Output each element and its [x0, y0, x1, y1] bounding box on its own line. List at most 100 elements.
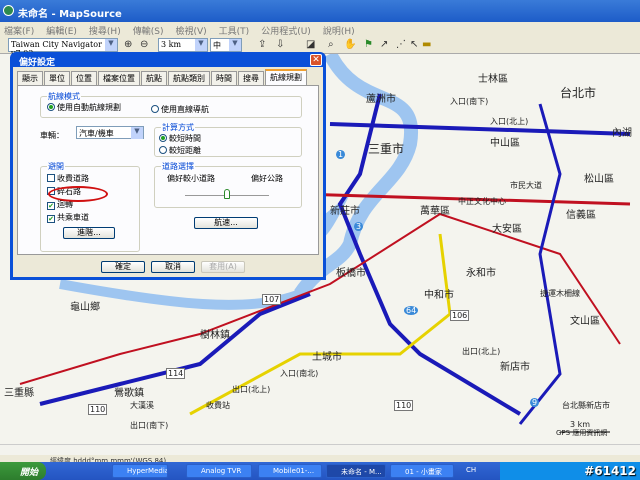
vehicle-value: 汽車/機車: [79, 129, 114, 138]
radio-icon: [159, 146, 167, 154]
zoom-in-icon[interactable]: ⊕: [124, 39, 132, 50]
map-label: 台北市: [560, 86, 597, 100]
radio-auto-routing[interactable]: 使用自動航線規劃: [47, 102, 121, 113]
tab-waypoints[interactable]: 航點: [141, 71, 167, 85]
map-label: 文山區: [570, 316, 600, 327]
zoom-tool-icon[interactable]: ⌕: [328, 39, 334, 50]
select-arrow-icon[interactable]: ↖: [410, 39, 418, 50]
radio-shorter-distance[interactable]: 較短距離: [159, 145, 201, 156]
apply-button[interactable]: 套用(A): [201, 261, 245, 273]
language-indicator[interactable]: CH: [466, 466, 476, 474]
task-paint[interactable]: 01 - 小畫家: [390, 464, 454, 478]
map-label: 台北縣新店市: [562, 401, 610, 410]
road-preference-slider[interactable]: [224, 189, 230, 199]
map-label: 三重市: [368, 142, 405, 156]
advanced-button[interactable]: 進階...: [63, 227, 115, 239]
map-label: 中山區: [490, 138, 520, 149]
map-label: 新店市: [500, 362, 530, 373]
highway: [329, 122, 631, 136]
radio-direct-routing[interactable]: 使用直線導航: [151, 104, 209, 115]
map-label: 龜山鄉: [70, 302, 100, 313]
slider-left-label: 偏好較小道路: [167, 174, 215, 183]
task-label: Mobile01-...: [273, 467, 315, 475]
waypoint-flag-icon[interactable]: ⚑: [364, 39, 373, 50]
measure-icon[interactable]: ▬: [422, 39, 431, 50]
upload-icon[interactable]: ⇪: [258, 39, 266, 50]
road-selection-group: 道路選擇 偏好較小道路 偏好公路: [154, 161, 302, 208]
route-shield: 114: [166, 368, 186, 379]
vehicle-label: 車輛：: [40, 131, 64, 140]
map-label: 新莊市: [330, 206, 360, 217]
tab-file-locations[interactable]: 檔案位置: [98, 71, 140, 85]
map-label: 土城市: [312, 352, 342, 363]
map-label: 樹林鎮: [200, 330, 230, 341]
checkbox-icon: [47, 174, 55, 182]
detail-value: 中: [213, 41, 221, 50]
option-label: 共乘車道: [57, 213, 89, 222]
route-shield: 106: [450, 310, 470, 321]
radio-icon: [151, 105, 159, 113]
task-mapsource[interactable]: 未命名 - M...: [326, 464, 386, 478]
map-tool-icon[interactable]: ◪: [306, 39, 315, 50]
routing-panel: 航線模式 使用自動航線規劃 使用直線導航 車輛： 汽車/機車 ▼ 計算方式 較短時…: [17, 85, 319, 255]
close-icon[interactable]: ✕: [310, 54, 322, 66]
route-shield: 3: [354, 222, 364, 231]
chevron-down-icon: ▼: [105, 39, 117, 51]
avoid-group: 避開 收費道路 碎石路 ✔ 迴轉 ✔ 共乘車道 進階...: [40, 161, 140, 252]
tab-position[interactable]: 位置: [71, 71, 97, 85]
chevron-down-icon: ▼: [131, 127, 143, 139]
start-button[interactable]: 開始: [0, 462, 46, 480]
horizontal-scrollbar[interactable]: [0, 444, 640, 455]
route-shield: 110: [88, 404, 108, 415]
map-label: 大漢溪: [130, 401, 154, 410]
taskbar: 開始 HyperMedia Analog TVR Mobile01-... 未命…: [0, 462, 640, 480]
radio-faster-time[interactable]: 較短時間: [159, 133, 201, 144]
map-label: 入口(南北): [280, 369, 319, 378]
tab-waypoint-categories[interactable]: 航點類別: [168, 71, 210, 85]
radio-icon: [159, 134, 167, 142]
map-label: 士林區: [478, 74, 508, 85]
task-mobile01[interactable]: Mobile01-...: [258, 464, 322, 478]
option-label: 較短時間: [169, 134, 201, 143]
zoom-scale-value: 3 km: [161, 40, 182, 49]
chevron-down-icon: ▼: [195, 39, 207, 51]
zoom-out-icon[interactable]: ⊖: [140, 39, 148, 50]
download-icon[interactable]: ⇩: [276, 39, 284, 50]
detail-select[interactable]: 中 ▼: [210, 38, 242, 52]
tab-units[interactable]: 單位: [44, 71, 70, 85]
task-hypermedia[interactable]: HyperMedia: [112, 464, 168, 478]
zoom-scale-select[interactable]: 3 km ▼: [158, 38, 208, 52]
option-label: 收費道路: [57, 174, 89, 183]
map-label: 大安區: [492, 224, 522, 235]
route-tool-icon[interactable]: ↗: [380, 39, 388, 50]
map-credit: GPS 應用資訊網: [556, 429, 608, 437]
ok-button[interactable]: 確定: [101, 261, 145, 273]
tab-time[interactable]: 時間: [211, 71, 237, 85]
cancel-button[interactable]: 取消: [151, 261, 195, 273]
option-label: 較短距離: [169, 146, 201, 155]
map-label: 出口(北上): [462, 347, 501, 356]
chevron-down-icon: ▼: [229, 39, 241, 51]
map-product-select[interactable]: Taiwan City Navigator v7.03▼: [8, 38, 118, 58]
route-shield: 9: [530, 398, 540, 407]
tab-display[interactable]: 顯示: [17, 71, 43, 85]
speed-button[interactable]: 航速...: [194, 217, 258, 229]
route-shield: 110: [394, 400, 414, 411]
map-label: 蘆洲市: [366, 94, 396, 105]
map-label: 三重縣: [4, 388, 34, 399]
vehicle-select[interactable]: 汽車/機車 ▼: [76, 126, 144, 139]
window-title: 未命名 - MapSource: [18, 9, 122, 20]
watermark: #61412: [584, 464, 636, 478]
group-label: 道路選擇: [161, 161, 195, 172]
highway: [518, 103, 562, 425]
track-tool-icon[interactable]: ⋰: [396, 39, 406, 50]
task-label: Analog TVR: [201, 467, 242, 475]
checkbox-toll-roads[interactable]: 收費道路: [47, 173, 89, 184]
checkbox-carpool-lanes[interactable]: ✔ 共乘車道: [47, 212, 89, 223]
tab-search[interactable]: 搜尋: [238, 71, 264, 85]
tab-routing[interactable]: 航線規劃: [265, 69, 307, 86]
hand-icon[interactable]: ✋: [344, 39, 356, 50]
task-analog-tvr[interactable]: Analog TVR: [186, 464, 252, 478]
calc-method-group: 計算方式 較短時間 較短距離: [154, 122, 302, 157]
map-label: 中和市: [424, 290, 454, 301]
